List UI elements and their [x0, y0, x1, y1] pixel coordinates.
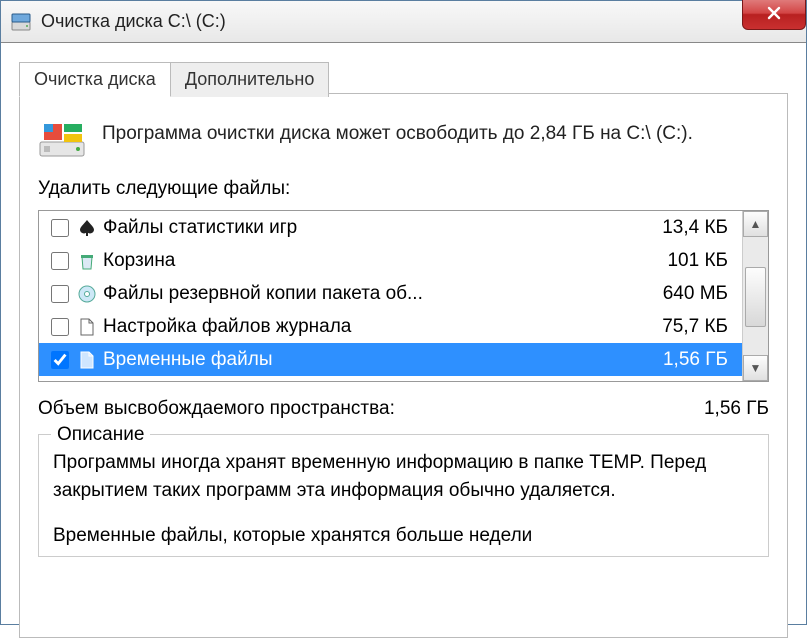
- row-size: 1,56 ГБ: [624, 349, 734, 371]
- spade-icon: [77, 218, 97, 238]
- recycle-bin-icon: [77, 251, 97, 271]
- row-label: Файлы резервной копии пакета об...: [103, 283, 624, 305]
- row-label: Корзина: [103, 250, 624, 272]
- close-button[interactable]: [742, 0, 806, 30]
- tab-cleanup[interactable]: Очистка диска: [19, 62, 171, 97]
- list-item[interactable]: Временные файлы1,56 ГБ: [39, 343, 742, 376]
- window-title: Очистка диска C:\ (C:): [41, 11, 226, 32]
- description-body: Программы иногда хранят временную информ…: [53, 449, 754, 504]
- delete-files-label: Удалить следующие файлы:: [38, 178, 769, 200]
- titlebar: Очистка диска C:\ (C:): [1, 1, 806, 43]
- description-group: Описание Программы иногда хранят временн…: [38, 434, 769, 557]
- header-text: Программа очистки диска может освободить…: [102, 120, 693, 148]
- row-label: Временные файлы: [103, 349, 624, 371]
- row-label: Файлы статистики игр: [103, 217, 624, 239]
- close-icon: [767, 4, 781, 25]
- scroll-track[interactable]: [743, 237, 768, 355]
- scroll-down-button[interactable]: ▼: [743, 355, 768, 381]
- total-label: Объем высвобождаемого пространства:: [38, 398, 395, 420]
- row-checkbox[interactable]: [51, 219, 69, 237]
- header-row: Программа очистки диска может освободить…: [38, 120, 769, 160]
- app-icon: [11, 12, 31, 32]
- list-item[interactable]: Файлы статистики игр13,4 КБ: [39, 211, 742, 244]
- description-title: Описание: [51, 421, 150, 449]
- list-item[interactable]: Файлы резервной копии пакета об...640 МБ: [39, 277, 742, 310]
- tab-advanced[interactable]: Дополнительно: [170, 62, 330, 97]
- scrollbar[interactable]: ▲ ▼: [742, 211, 768, 381]
- row-size: 75,7 КБ: [624, 316, 734, 338]
- row-size: 13,4 КБ: [624, 217, 734, 239]
- row-size: 101 КБ: [624, 250, 734, 272]
- total-value: 1,56 ГБ: [704, 398, 769, 420]
- tab-bar: Очистка диска Дополнительно: [19, 62, 328, 97]
- row-checkbox[interactable]: [51, 285, 69, 303]
- scroll-up-button[interactable]: ▲: [743, 211, 768, 237]
- disc-icon: [77, 284, 97, 304]
- row-size: 640 МБ: [624, 283, 734, 305]
- total-row: Объем высвобождаемого пространства: 1,56…: [38, 398, 769, 420]
- disk-cleanup-window: Очистка диска C:\ (C:) Очистка диска Доп…: [0, 0, 807, 625]
- content-area: Очистка диска Дополнительно Программа: [1, 43, 806, 638]
- description-body-2: Временные файлы, которые хранятся больше…: [53, 522, 754, 550]
- row-checkbox[interactable]: [51, 252, 69, 270]
- drive-cleanup-icon: [38, 120, 86, 160]
- tab-panel: Очистка диска Дополнительно Программа: [19, 93, 788, 638]
- list-item[interactable]: Корзина101 КБ: [39, 244, 742, 277]
- file-icon: [77, 350, 97, 370]
- file-list: Файлы статистики игр13,4 КБКорзина101 КБ…: [38, 210, 769, 382]
- list-item[interactable]: Настройка файлов журнала75,7 КБ: [39, 310, 742, 343]
- row-checkbox[interactable]: [51, 318, 69, 336]
- row-checkbox[interactable]: [51, 351, 69, 369]
- file-icon: [77, 317, 97, 337]
- scroll-thumb[interactable]: [745, 267, 766, 327]
- row-label: Настройка файлов журнала: [103, 316, 624, 338]
